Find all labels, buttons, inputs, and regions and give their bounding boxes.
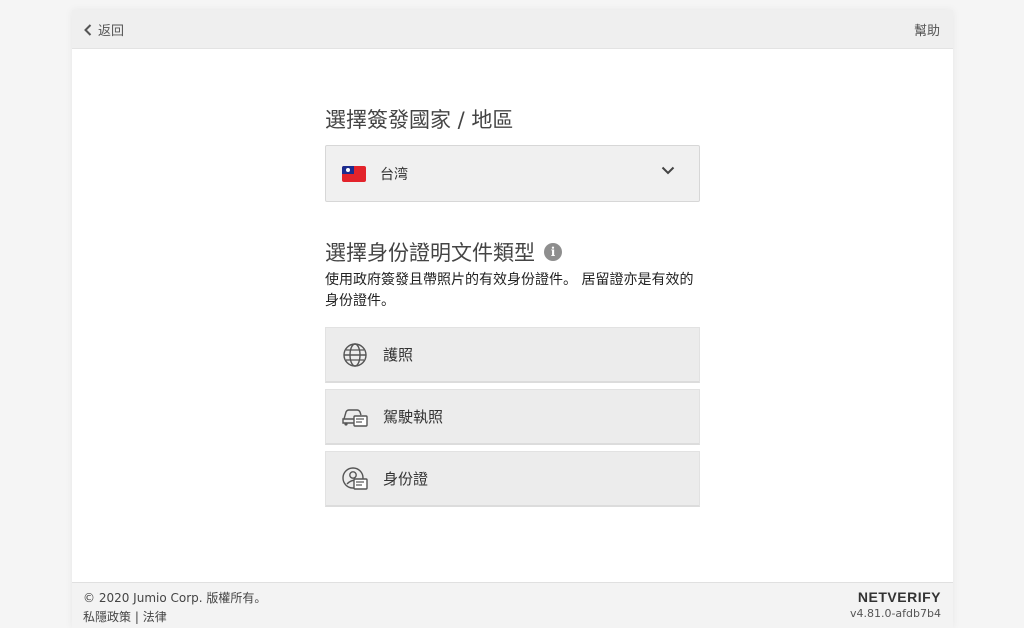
document-description: 使用政府簽發且帶照片的有效身份證件。 居留證亦是有效的身份證件。 (325, 272, 694, 309)
help-link[interactable]: 幫助 (914, 20, 940, 39)
taiwan-flag-icon (342, 165, 366, 182)
copyright-text: © 2020 Jumio Corp. 版權所有。 (83, 591, 267, 605)
option-id-card[interactable]: 身份證 (325, 451, 700, 507)
main-content: 選擇簽發國家 / 地區 台湾 選擇身份證明文件類型 i 使用政府簽發且帶照片的有… (325, 105, 700, 507)
option-id-card-label: 身份證 (383, 470, 429, 488)
privacy-policy-link[interactable]: 私隱政策 (83, 610, 131, 624)
globe-icon (341, 341, 369, 369)
chevron-left-icon (84, 23, 92, 36)
footer: © 2020 Jumio Corp. 版權所有。 私隱政策 | 法律 NETVE… (72, 582, 953, 628)
legal-separator: | (134, 610, 139, 624)
version-text: v4.81.0-afdb7b4 (849, 607, 941, 620)
back-label: 返回 (98, 24, 125, 39)
car-card-icon (341, 403, 369, 431)
back-button[interactable]: 返回 (84, 20, 124, 39)
country-select[interactable]: 台湾 (325, 145, 700, 202)
option-passport[interactable]: 護照 (325, 327, 700, 383)
country-heading: 選擇簽發國家 / 地區 (325, 108, 514, 132)
option-drivers-license-label: 駕駛執照 (383, 408, 444, 426)
verification-window: 返回 幫助 選擇簽發國家 / 地區 台湾 選擇身份證明文件類型 i 使用政府簽發… (72, 10, 953, 628)
legal-links: 私隱政策 | 法律 (83, 608, 167, 625)
brand-name: NETVERIFY (857, 589, 941, 605)
info-icon[interactable]: i (544, 243, 562, 261)
option-passport-label: 護照 (383, 346, 414, 364)
document-type-heading: 選擇身份證明文件類型 i (325, 237, 562, 267)
top-bar: 返回 幫助 (72, 10, 953, 49)
chevron-down-icon (661, 166, 675, 175)
country-selected-value: 台湾 (380, 166, 408, 183)
person-card-icon (341, 465, 369, 493)
legal-link[interactable]: 法律 (143, 610, 167, 624)
document-type-heading-text: 選擇身份證明文件類型 (325, 241, 535, 265)
option-drivers-license[interactable]: 駕駛執照 (325, 389, 700, 445)
